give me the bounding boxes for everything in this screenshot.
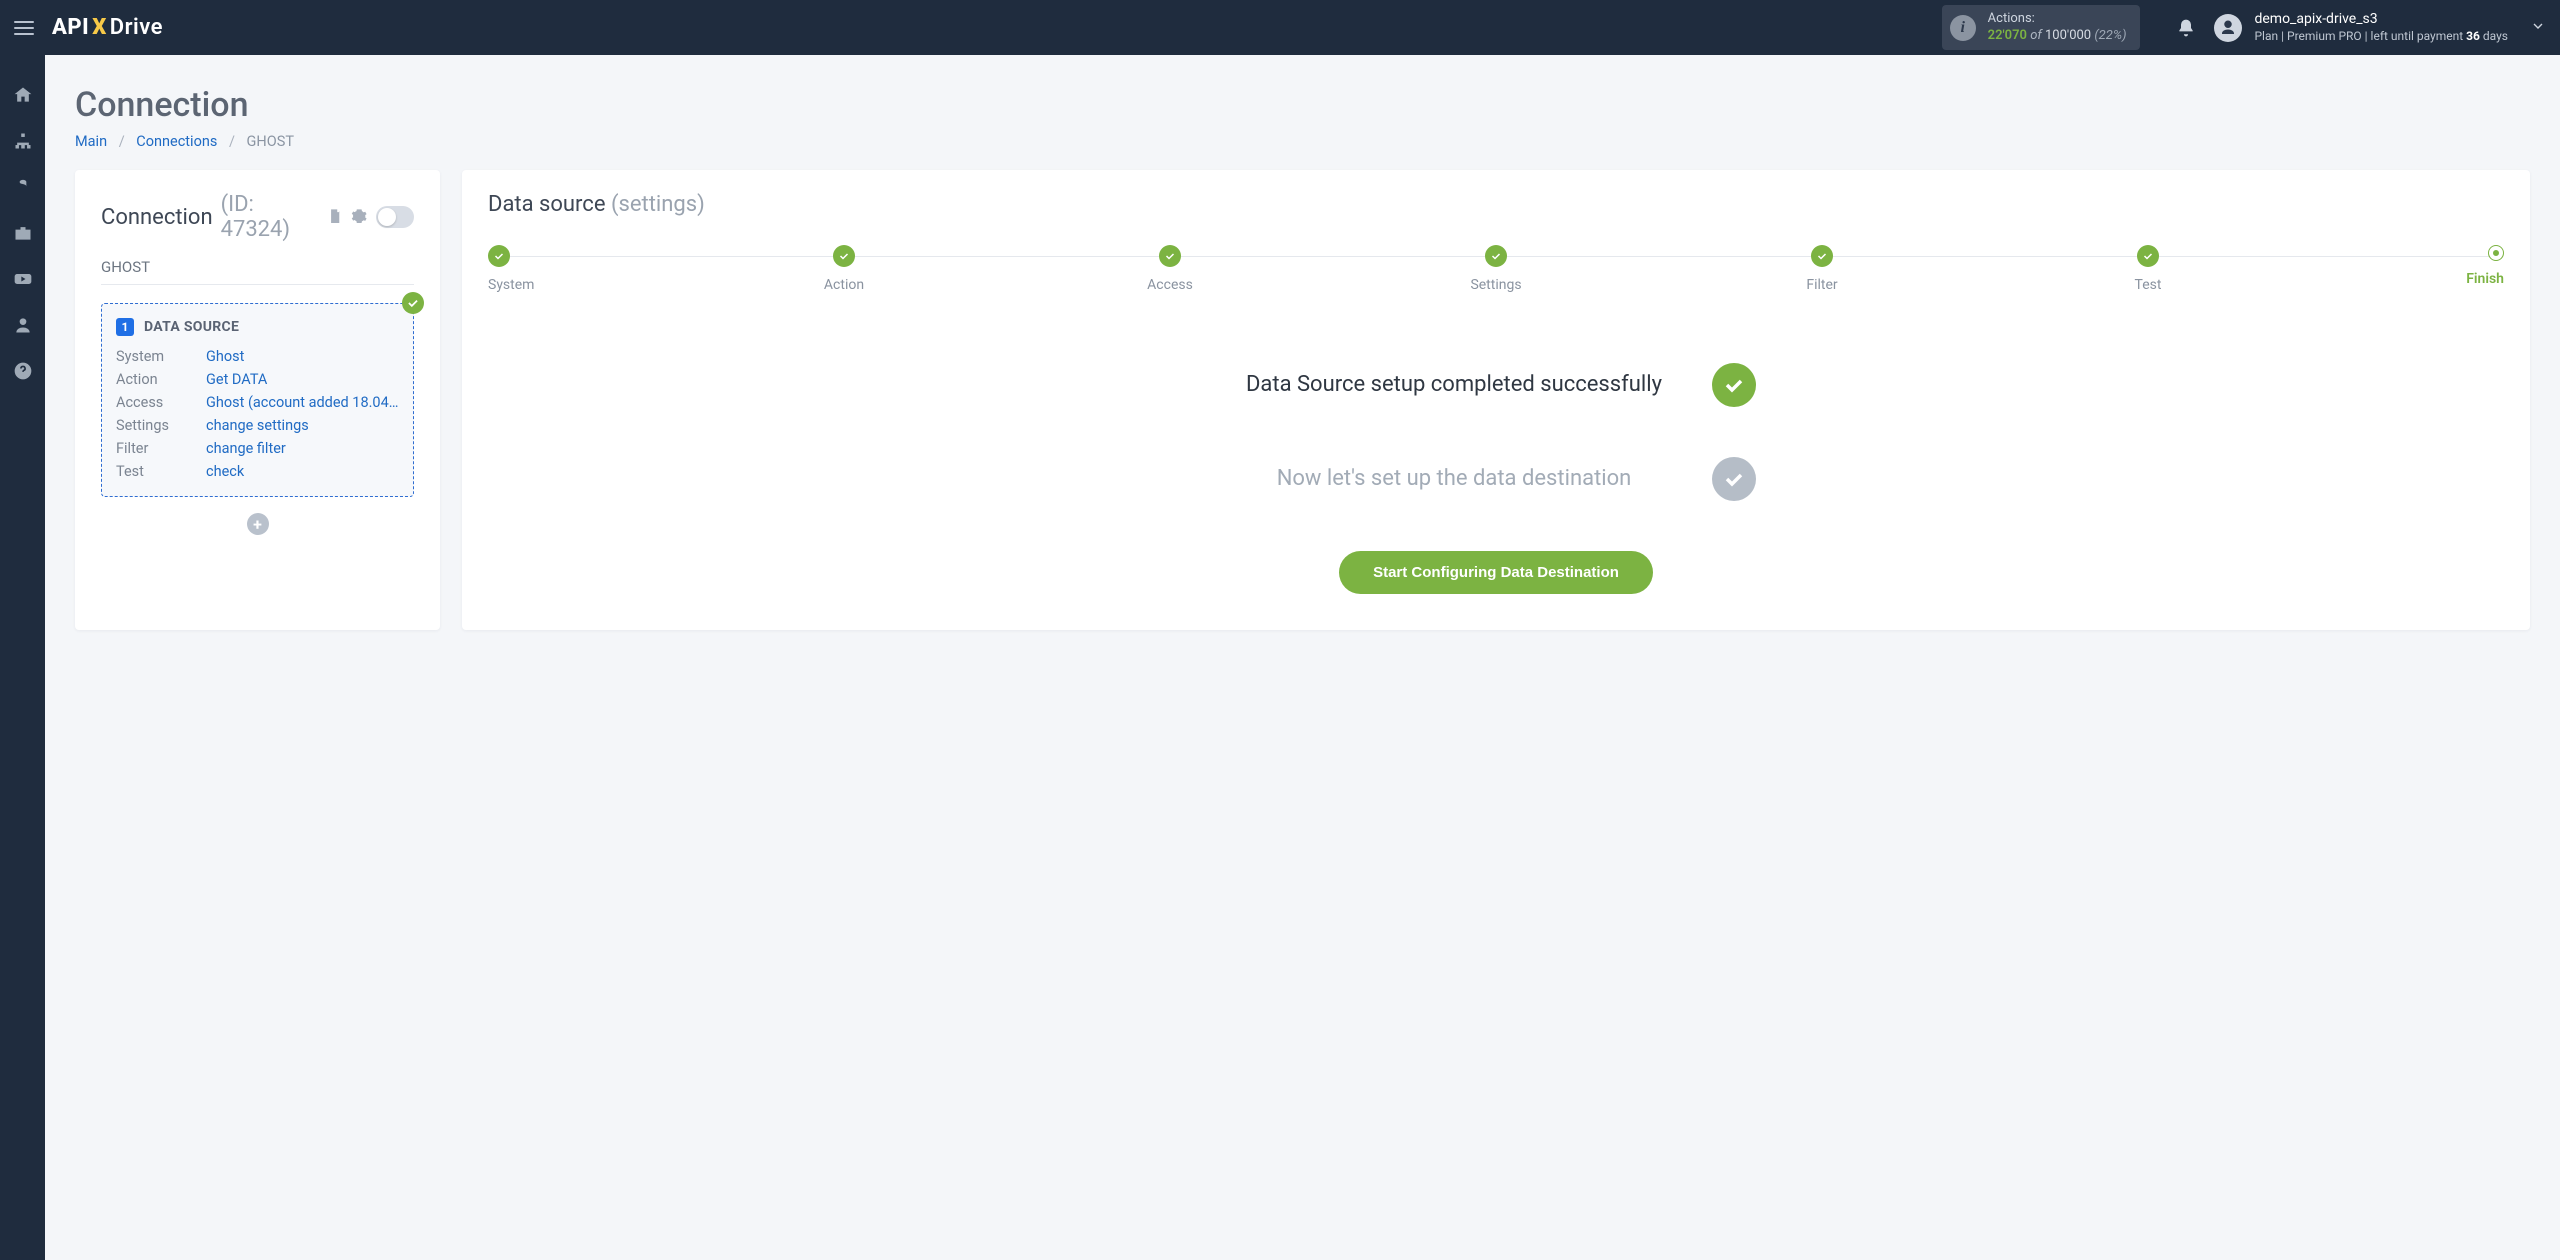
avatar-icon	[2214, 14, 2242, 42]
ds-v-test[interactable]: check	[206, 463, 399, 480]
actions-usage[interactable]: i Actions: 22'070 of 100'000 (22%)	[1942, 5, 2141, 50]
user-menu[interactable]: demo_apix-drive_s3 Plan | Premium PRO | …	[2214, 11, 2508, 44]
user-name: demo_apix-drive_s3	[2254, 11, 2508, 29]
success-message: Data Source setup completed successfully	[1236, 363, 1756, 407]
ds-k-system: System	[116, 348, 206, 365]
help-icon[interactable]	[13, 361, 33, 381]
main-content: Connection Main / Connections / GHOST Co…	[45, 55, 2560, 1260]
step-test[interactable]: Test	[2118, 245, 2178, 293]
next-step-message: Now let's set up the data destination	[1236, 457, 1756, 501]
add-destination-button[interactable]: +	[247, 513, 269, 535]
actions-used: 22'070	[1988, 28, 2027, 43]
briefcase-icon[interactable]	[13, 223, 33, 243]
ds-v-settings[interactable]: change settings	[206, 417, 399, 434]
left-rail	[0, 55, 45, 1260]
connection-name: GHOST	[101, 258, 414, 285]
connection-id: (ID: 47324)	[221, 192, 319, 242]
breadcrumb: Main / Connections / GHOST	[75, 133, 2530, 150]
ds-number: 1	[116, 318, 134, 336]
logo-api: API	[52, 15, 89, 40]
logo-x: X	[91, 15, 108, 40]
top-bar: APIXDrive i Actions: 22'070 of 100'000 (…	[0, 0, 2560, 55]
data-source-box[interactable]: 1 DATA SOURCE System Ghost Action Get DA…	[101, 303, 414, 497]
user-icon[interactable]	[13, 315, 33, 335]
ds-k-filter: Filter	[116, 440, 206, 457]
logo[interactable]: APIXDrive	[52, 15, 163, 40]
sitemap-icon[interactable]	[13, 131, 33, 151]
crumb-connections[interactable]: Connections	[136, 133, 217, 150]
connection-card: Connection (ID: 47324) GHOST 1 DATA SOUR…	[75, 170, 440, 630]
user-plan: Plan | Premium PRO | left until payment …	[2254, 29, 2508, 44]
ds-v-access[interactable]: Ghost (account added 18.04.2	[206, 394, 399, 411]
check-circle-grey-icon	[1712, 457, 1756, 501]
step-access[interactable]: Access	[1140, 245, 1200, 293]
step-action[interactable]: Action	[814, 245, 874, 293]
user-text: demo_apix-drive_s3 Plan | Premium PRO | …	[2254, 11, 2508, 44]
ds-v-action[interactable]: Get DATA	[206, 371, 399, 388]
check-circle-icon	[1712, 363, 1756, 407]
actions-label: Actions:	[1988, 11, 2127, 27]
logo-drive: Drive	[110, 15, 163, 40]
ds-k-access: Access	[116, 394, 206, 411]
crumb-main[interactable]: Main	[75, 133, 107, 150]
step-settings[interactable]: Settings	[1466, 245, 1526, 293]
settings-title: Data source	[488, 192, 606, 217]
ds-k-settings: Settings	[116, 417, 206, 434]
ds-k-action: Action	[116, 371, 206, 388]
home-icon[interactable]	[13, 85, 33, 105]
start-destination-button[interactable]: Start Configuring Data Destination	[1339, 551, 1653, 594]
step-system[interactable]: System	[488, 245, 548, 293]
menu-toggle[interactable]	[14, 21, 34, 35]
settings-card: Data source (settings) System Action Acc…	[462, 170, 2530, 630]
crumb-current: GHOST	[247, 133, 294, 150]
check-icon	[402, 292, 424, 314]
ds-v-system[interactable]: Ghost	[206, 348, 399, 365]
ds-title: DATA SOURCE	[144, 319, 239, 335]
enable-toggle[interactable]	[376, 206, 414, 228]
chevron-down-icon[interactable]	[2530, 18, 2546, 38]
info-icon: i	[1950, 15, 1976, 41]
step-filter[interactable]: Filter	[1792, 245, 1852, 293]
connection-title: Connection	[101, 205, 213, 230]
page-title: Connection	[75, 85, 2530, 125]
ds-v-filter[interactable]: change filter	[206, 440, 399, 457]
video-icon[interactable]	[13, 269, 33, 289]
actions-pct: (22%)	[2094, 28, 2126, 43]
actions-limit: 100'000	[2045, 28, 2091, 43]
actions-of: of	[2030, 28, 2042, 43]
ds-k-test: Test	[116, 463, 206, 480]
settings-suffix: (settings)	[611, 192, 705, 217]
step-finish[interactable]: Finish	[2444, 245, 2504, 287]
notes-icon[interactable]	[327, 208, 343, 226]
gear-icon[interactable]	[351, 208, 367, 226]
dollar-icon[interactable]	[13, 177, 33, 197]
stepper: System Action Access Settings Filter Tes…	[488, 245, 2504, 293]
bell-icon[interactable]	[2176, 18, 2196, 38]
